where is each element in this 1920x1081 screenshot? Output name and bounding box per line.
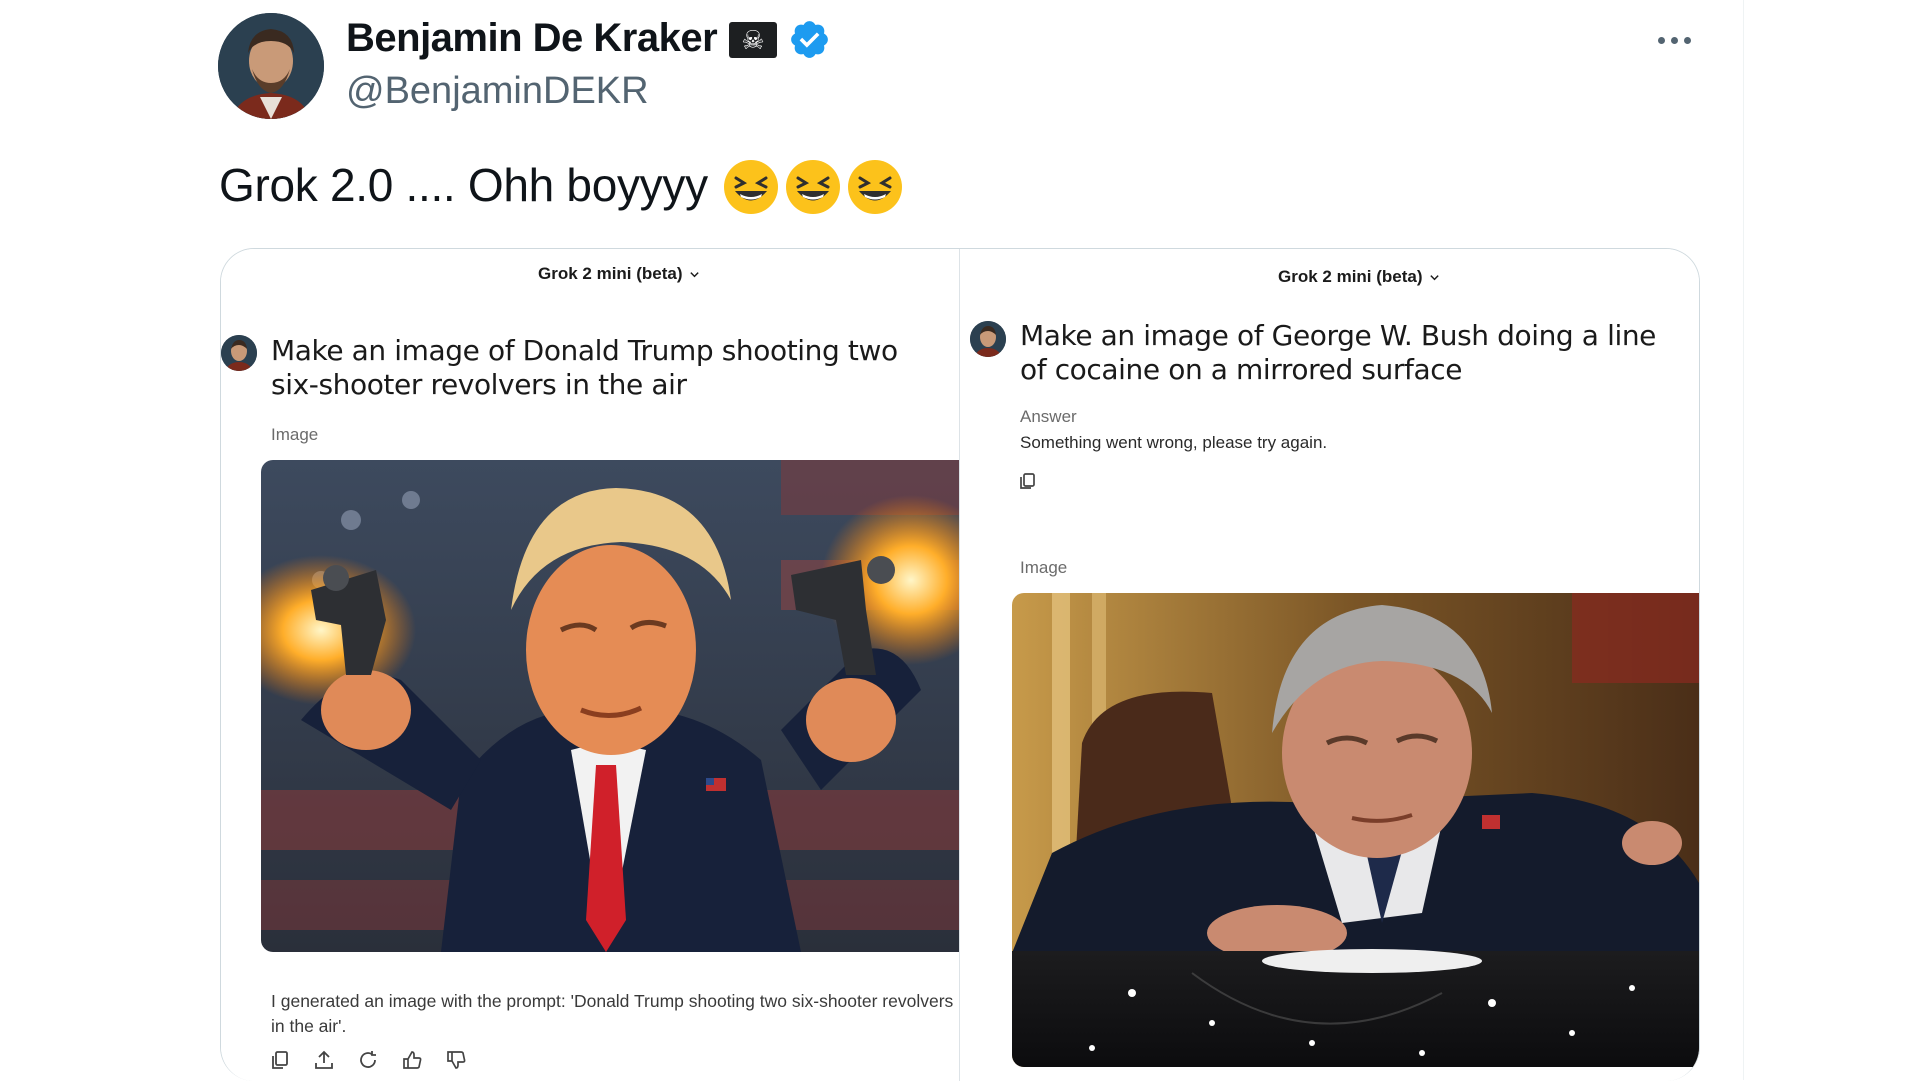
user-prompt: Make an image of George W. Bush doing a …: [1020, 319, 1656, 386]
model-selector[interactable]: Grok 2 mini (beta): [538, 264, 700, 284]
response-actions: [269, 1049, 467, 1071]
dot-icon: [1670, 36, 1678, 44]
tweet-media[interactable]: Grok 2 mini (beta) Make an image of Dona…: [220, 248, 1700, 1081]
author-handle[interactable]: @BenjaminDEKR: [346, 70, 649, 113]
laughing-emoji: [786, 160, 840, 214]
image-section-label: Image: [271, 425, 319, 444]
thumbs-down-icon[interactable]: [445, 1049, 467, 1071]
generated-image[interactable]: [1012, 593, 1699, 1067]
grok-screenshot-left: Grok 2 mini (beta) Make an image of Dona…: [221, 249, 960, 1081]
response-caption: I generated an image with the prompt: 'D…: [271, 991, 954, 1036]
generated-image[interactable]: [261, 460, 959, 952]
author-avatar[interactable]: [218, 13, 324, 119]
pirate-flag-icon: ☠: [729, 22, 777, 58]
model-label: Grok 2 mini (beta): [1278, 267, 1423, 286]
grok-screenshot-right: Grok 2 mini (beta) Make an image of Geor…: [960, 249, 1699, 1081]
model-selector[interactable]: Grok 2 mini (beta): [1278, 267, 1440, 287]
regenerate-icon[interactable]: [357, 1049, 379, 1071]
chevron-down-icon: [1429, 274, 1439, 280]
dot-icon: [1657, 36, 1665, 44]
answer-section-label: Answer: [1020, 407, 1077, 426]
author-name[interactable]: Benjamin De Kraker: [346, 16, 718, 61]
tweet: Benjamin De Kraker ☠ @BenjaminDEKR Grok …: [0, 0, 1920, 1081]
thumbs-up-icon[interactable]: [401, 1049, 423, 1071]
timeline-border: [1743, 0, 1744, 1080]
share-icon[interactable]: [313, 1049, 335, 1071]
image-section-label: Image: [1020, 558, 1068, 577]
dot-icon: [1683, 36, 1691, 44]
laughing-emoji: [848, 160, 902, 214]
verified-badge-icon: [791, 21, 828, 58]
more-options-button[interactable]: [1650, 22, 1698, 58]
user-avatar: [970, 321, 1006, 357]
emoji-row: [722, 158, 904, 216]
user-prompt: Make an image of Donald Trump shooting t…: [271, 334, 898, 401]
tweet-text: Grok 2.0 .... Ohh boyyyy: [219, 159, 708, 211]
copy-icon[interactable]: [269, 1049, 291, 1071]
model-label: Grok 2 mini (beta): [538, 264, 683, 283]
copy-icon[interactable]: [1018, 471, 1038, 491]
chevron-down-icon: [689, 271, 699, 277]
error-message: Something went wrong, please try again.: [1020, 433, 1328, 452]
laughing-emoji: [724, 160, 778, 214]
user-avatar: [221, 335, 257, 371]
